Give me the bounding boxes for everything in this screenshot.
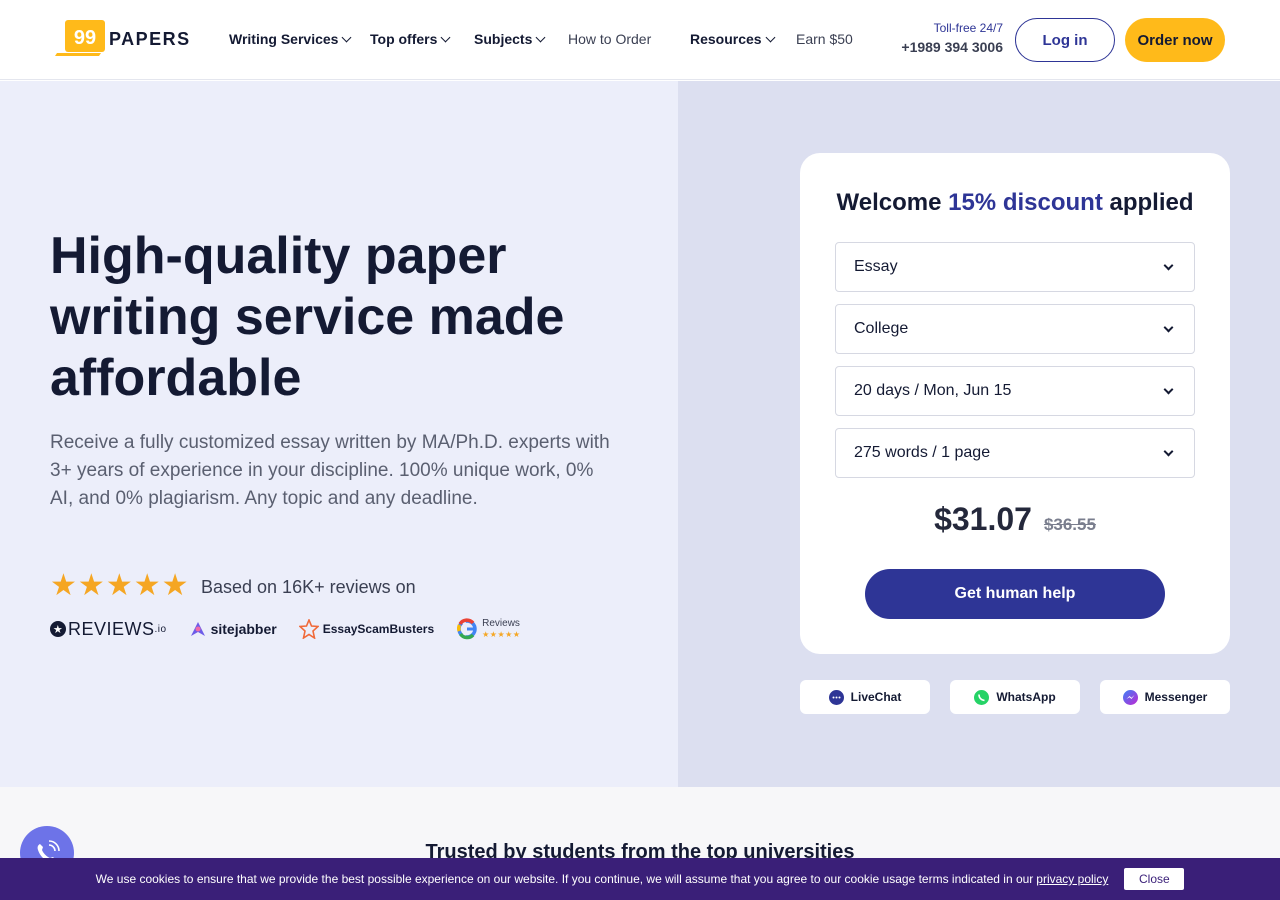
- cookie-banner: We use cookies to ensure that we provide…: [0, 858, 1280, 900]
- tollfree-label: Toll-free 24/7: [933, 21, 1003, 35]
- get-human-help-button[interactable]: Get human help: [865, 569, 1165, 619]
- deadline-select[interactable]: 20 days / Mon, Jun 15: [835, 366, 1195, 416]
- star-icon: ★: [50, 569, 77, 602]
- login-button[interactable]: Log in: [1015, 18, 1115, 62]
- cookie-text: We use cookies to ensure that we provide…: [95, 872, 1034, 886]
- sitejabber-icon: [190, 622, 205, 636]
- nav-earn[interactable]: Earn $50: [796, 31, 853, 47]
- google-stars: ★★★★★: [482, 630, 521, 639]
- contact-block: Toll-free 24/7 +1989 394 3006: [901, 21, 1003, 55]
- price-row: $31.07 $36.55: [800, 501, 1230, 538]
- pages-value: 275 words / 1 page: [854, 444, 991, 461]
- messenger-icon: [1122, 689, 1138, 705]
- academic-level-value: College: [854, 320, 909, 337]
- card-title-suffix: applied: [1102, 189, 1194, 216]
- essayscambusters-logo[interactable]: EssayScamBusters: [298, 619, 435, 639]
- card-title-prefix: Welcome: [836, 189, 949, 216]
- order-now-button[interactable]: Order now: [1125, 18, 1225, 62]
- star-icon: ★: [161, 569, 189, 602]
- nav-how-to-order[interactable]: How to Order: [568, 31, 651, 47]
- google-reviews-label-block: Reviews ★★★★★: [482, 618, 520, 640]
- star-icon: ★: [77, 569, 105, 602]
- nav-top-offers-label: Top offers: [370, 31, 438, 47]
- whatsapp-button[interactable]: WhatsApp: [950, 680, 1080, 714]
- reviews-text: Based on 16K+ reviews on: [201, 577, 416, 597]
- chevron-down-icon: [535, 32, 546, 42]
- hero-title: High-quality paper writing service made …: [50, 227, 565, 407]
- messenger-button[interactable]: Messenger: [1100, 680, 1230, 714]
- nav-subjects-label: Subjects: [474, 31, 533, 47]
- privacy-policy-link[interactable]: privacy policy: [1036, 872, 1108, 886]
- hero-subtitle: Receive a fully customized essay written…: [50, 432, 610, 509]
- brand-name: PAPERS: [109, 28, 191, 49]
- old-price: $36.55: [1043, 515, 1096, 534]
- chevron-down-icon: [440, 32, 451, 42]
- sitejabber-logo[interactable]: sitejabber: [189, 620, 277, 638]
- chevron-down-icon: [342, 32, 352, 42]
- pages-select[interactable]: 275 words / 1 page: [835, 428, 1195, 478]
- logo[interactable]: 99 PAPERS: [55, 20, 191, 58]
- google-reviews-label: Reviews: [482, 618, 520, 629]
- star-icon: ★: [105, 569, 133, 602]
- card-title-discount: 15% discount: [948, 189, 1103, 216]
- chevron-down-icon: [1163, 322, 1174, 333]
- essayscambusters-name: EssayScamBusters: [322, 622, 435, 636]
- chat-bubble-icon: [828, 689, 844, 705]
- current-price: $31.07: [934, 501, 1032, 537]
- review-sites: ★ REVIEWS .io sitejabber EssayScamBusters…: [50, 617, 542, 641]
- deadline-value: 20 days / Mon, Jun 15: [854, 382, 1012, 399]
- reviewsio-suffix: .io: [154, 623, 167, 635]
- reviewsio-logo[interactable]: ★ REVIEWS .io: [50, 619, 167, 640]
- nav-earn-label: Earn $50: [796, 31, 853, 47]
- chevron-down-icon: [1163, 260, 1174, 271]
- star-circle-icon: ★: [50, 621, 66, 637]
- essayscambusters-icon: [298, 619, 319, 639]
- star-icon: ★: [133, 569, 161, 602]
- nav-resources-label: Resources: [690, 31, 762, 47]
- card-title: Welcome 15% discount applied: [800, 189, 1230, 217]
- reviewsio-name: REVIEWS: [68, 618, 155, 639]
- whatsapp-label: WhatsApp: [996, 690, 1056, 704]
- google-icon: [457, 618, 477, 640]
- nav-top-offers[interactable]: Top offers: [370, 31, 451, 47]
- rating-stars: ★ ★ ★ ★ ★: [50, 571, 190, 601]
- cookie-close-button[interactable]: Close: [1124, 868, 1185, 890]
- nav-writing-services-label: Writing Services: [229, 31, 339, 47]
- order-card: Welcome 15% discount applied Essay Colle…: [800, 153, 1230, 654]
- google-reviews-logo[interactable]: Reviews ★★★★★: [456, 618, 520, 640]
- chevron-down-icon: [765, 32, 776, 42]
- messenger-label: Messenger: [1144, 690, 1208, 704]
- site-header: 99 PAPERS Writing Services Top offers Su…: [0, 0, 1280, 80]
- sitejabber-name: sitejabber: [210, 621, 277, 637]
- nav-subjects[interactable]: Subjects: [474, 31, 546, 47]
- chevron-down-icon: [1163, 384, 1174, 395]
- livechat-button[interactable]: LiveChat: [800, 680, 930, 714]
- paper-type-select[interactable]: Essay: [835, 242, 1195, 292]
- nav-writing-services[interactable]: Writing Services: [229, 31, 352, 47]
- whatsapp-icon: [974, 689, 990, 705]
- nav-how-to-order-label: How to Order: [568, 31, 652, 47]
- logo-icon: 99: [55, 20, 107, 58]
- logo-glyph: 99: [74, 27, 96, 49]
- phone-number[interactable]: +1989 394 3006: [901, 39, 1003, 55]
- academic-level-select[interactable]: College: [835, 304, 1195, 354]
- nav-resources[interactable]: Resources: [690, 31, 776, 47]
- livechat-label: LiveChat: [850, 690, 902, 704]
- chevron-down-icon: [1163, 446, 1174, 457]
- paper-type-value: Essay: [854, 258, 898, 275]
